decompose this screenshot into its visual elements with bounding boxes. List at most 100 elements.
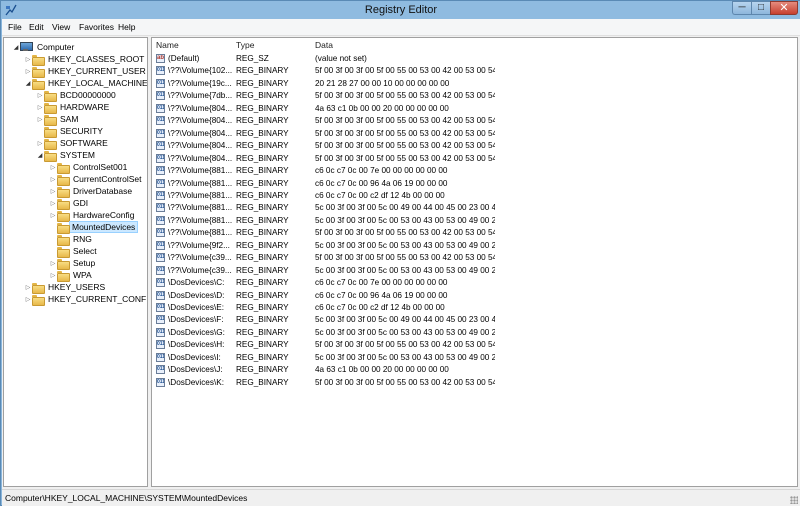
collapsed-arrow-icon[interactable]: ▷ — [49, 164, 57, 171]
collapsed-arrow-icon[interactable]: ▷ — [49, 176, 57, 183]
column-header-data[interactable]: Data — [315, 40, 333, 52]
value-row[interactable]: 011 \??\Volume{881... REG_BINARY 5f 00 3f 0… — [152, 227, 792, 239]
collapsed-arrow-icon[interactable]: ▷ — [49, 188, 57, 195]
value-row[interactable]: 011 \??\Volume{804... REG_BINARY 5f 00 3f 0… — [152, 140, 792, 152]
expanded-arrow-icon[interactable]: ◢ — [24, 80, 32, 87]
collapsed-arrow-icon[interactable]: ▷ — [49, 212, 57, 219]
value-row[interactable]: 011 \DosDevices\I: REG_BINARY 5c 00 3f 00 3… — [152, 352, 792, 364]
registry-tree-pane[interactable]: ◢ Computer ▷ HKEY_CLASSES_ROOT ▷ HKEY_CURRENT… — [3, 37, 148, 487]
collapsed-arrow-icon[interactable]: ▷ — [24, 56, 32, 63]
value-row[interactable]: 011 \??\Volume{804... REG_BINARY 5f 00 3f 0… — [152, 153, 792, 165]
value-row[interactable]: 011 \??\Volume{7db... REG_BINARY 5f 00 3f 0… — [152, 90, 792, 102]
menu-help[interactable]: Help — [118, 22, 135, 32]
folder-icon — [57, 198, 70, 210]
collapsed-arrow-icon[interactable]: ▷ — [24, 296, 32, 303]
value-row[interactable]: 011 \??\Volume{9f2... REG_BINARY 5c 00 3f 0… — [152, 240, 792, 252]
value-row[interactable]: 011 \??\Volume{881... REG_BINARY 5c 00 3f 0… — [152, 202, 792, 214]
tree-item[interactable]: ▷ CurrentControlSet — [49, 173, 146, 186]
value-type: REG_BINARY — [236, 352, 289, 362]
tree-item[interactable]: ▷ BCD00000000 — [36, 89, 120, 102]
folder-icon — [57, 270, 70, 282]
tree-item-label: SYSTEM — [60, 150, 95, 160]
menu-file[interactable]: File — [8, 22, 22, 32]
minimize-button[interactable]: ─ — [732, 1, 751, 15]
tree-item[interactable]: ▷ HKEY_CURRENT_USER — [24, 65, 147, 78]
tree-item[interactable]: ▷ HKEY_CURRENT_CONFIG — [24, 293, 147, 306]
value-row[interactable]: 011 \DosDevices\K: REG_BINARY 5f 00 3f 00 3… — [152, 377, 792, 389]
value-row[interactable]: 011 \??\Volume{881... REG_BINARY c6 0c c7 0… — [152, 165, 792, 177]
value-row[interactable]: 011 \??\Volume{881... REG_BINARY c6 0c c7 0… — [152, 190, 792, 202]
value-row[interactable]: 011 \DosDevices\H: REG_BINARY 5f 00 3f 00 3… — [152, 339, 792, 351]
tree-item[interactable]: Select — [49, 245, 101, 258]
binary-value-icon: 011 — [156, 166, 165, 176]
tree-item[interactable]: ▷ HKEY_CLASSES_ROOT — [24, 53, 147, 66]
menu-favorites[interactable]: Favorites — [79, 22, 114, 32]
value-row[interactable]: 011 \DosDevices\D: REG_BINARY c6 0c c7 0c 0… — [152, 290, 792, 302]
tree-item[interactable]: ▷ HKEY_USERS — [24, 281, 109, 294]
collapsed-arrow-icon[interactable]: ▷ — [36, 104, 44, 111]
value-row[interactable]: 011 \DosDevices\G: REG_BINARY 5c 00 3f 00 3… — [152, 327, 792, 339]
value-type: REG_BINARY — [236, 240, 289, 250]
value-row[interactable]: 011 \DosDevices\J: REG_BINARY 4a 63 c1 0b 0… — [152, 364, 792, 376]
tree-item[interactable]: RNG — [49, 233, 96, 246]
value-row[interactable]: 011 \DosDevices\C: REG_BINARY c6 0c c7 0c 0… — [152, 277, 792, 289]
value-row[interactable]: 011 \??\Volume{c39... REG_BINARY 5c 00 3f 0… — [152, 265, 792, 277]
collapsed-arrow-icon[interactable]: ▷ — [49, 272, 57, 279]
tree-item[interactable]: ▷ DriverDatabase — [49, 185, 136, 198]
value-row[interactable]: 011 \??\Volume{c39... REG_BINARY 5f 00 3f 0… — [152, 252, 792, 264]
tree-item[interactable]: ▷ HARDWARE — [36, 101, 113, 114]
tree-item[interactable]: ▷ GDI — [49, 197, 92, 210]
tree-item[interactable]: ◢ Computer — [12, 41, 78, 53]
value-name: \DosDevices\F: — [168, 315, 224, 325]
value-row[interactable]: 011 \??\Volume{19c... REG_BINARY 20 21 28 2… — [152, 78, 792, 90]
value-type: REG_SZ — [236, 54, 269, 63]
folder-icon — [32, 78, 45, 90]
column-header-name[interactable]: Name — [156, 40, 179, 52]
tree-item-label: Computer — [37, 42, 75, 52]
close-button[interactable]: ✕ — [770, 1, 798, 15]
collapsed-arrow-icon[interactable]: ▷ — [36, 116, 44, 123]
collapsed-arrow-icon[interactable]: ▷ — [36, 92, 44, 99]
collapsed-arrow-icon[interactable]: ▷ — [36, 140, 44, 147]
tree-item[interactable]: ▷ Setup — [49, 257, 99, 270]
collapsed-arrow-icon[interactable]: ▷ — [24, 68, 32, 75]
binary-value-icon: 011 — [156, 228, 165, 238]
tree-item[interactable]: ▷ SAM — [36, 113, 82, 126]
collapsed-arrow-icon[interactable]: ▷ — [49, 200, 57, 207]
value-row[interactable]: 011 \DosDevices\F: REG_BINARY 5c 00 3f 00 3… — [152, 314, 792, 326]
title-bar[interactable]: Registry Editor ─ □ ✕ — [1, 1, 800, 19]
expanded-arrow-icon[interactable]: ◢ — [36, 152, 44, 159]
tree-item[interactable]: ▷ WPA — [49, 269, 96, 282]
menu-view[interactable]: View — [52, 22, 70, 32]
value-name: \??\Volume{9f2... — [168, 240, 230, 250]
value-row[interactable]: 011 \??\Volume{804... REG_BINARY 5f 00 3f 0… — [152, 128, 792, 140]
collapsed-arrow-icon[interactable]: ▷ — [24, 284, 32, 291]
tree-item[interactable]: ▷ HardwareConfig — [49, 209, 138, 222]
tree-item[interactable]: ▷ ControlSet001 — [49, 161, 131, 174]
expanded-arrow-icon[interactable]: ◢ — [12, 44, 20, 51]
tree-item[interactable]: ▷ SOFTWARE — [36, 137, 112, 150]
value-name: \??\Volume{881... — [168, 166, 233, 176]
tree-item[interactable]: ◢ HKEY_LOCAL_MACHINE — [24, 77, 147, 90]
maximize-button[interactable]: □ — [751, 1, 770, 15]
value-row[interactable]: 011 \??\Volume{804... REG_BINARY 4a 63 c1 0… — [152, 103, 792, 115]
value-row[interactable]: 011 \??\Volume{804... REG_BINARY 5f 00 3f 0… — [152, 115, 792, 127]
tree-item[interactable]: MountedDevices — [49, 221, 139, 234]
menu-edit[interactable]: Edit — [29, 22, 44, 32]
resize-grip[interactable] — [790, 496, 798, 504]
value-name: \??\Volume{7db... — [168, 91, 233, 101]
value-row[interactable]: ab (Default) REG_SZ (value not set) — [152, 53, 792, 65]
tree-item[interactable]: ◢ SYSTEM — [36, 149, 99, 162]
tree-item[interactable]: SECURITY — [36, 125, 107, 138]
value-row[interactable]: 011 \??\Volume{102... REG_BINARY 5f 00 3f 0… — [152, 65, 792, 77]
value-row[interactable]: 011 \DosDevices\E: REG_BINARY c6 0c c7 0c 0… — [152, 302, 792, 314]
folder-icon — [44, 90, 57, 102]
value-row[interactable]: 011 \??\Volume{881... REG_BINARY 5c 00 3f 0… — [152, 215, 792, 227]
value-type: REG_BINARY — [236, 128, 289, 138]
collapsed-arrow-icon[interactable]: ▷ — [49, 260, 57, 267]
value-type: REG_BINARY — [236, 78, 289, 88]
column-header-type[interactable]: Type — [236, 40, 254, 52]
value-row[interactable]: 011 \??\Volume{881... REG_BINARY c6 0c c7 0… — [152, 178, 792, 190]
values-list-pane[interactable]: Name Type Data ab (Default) REG_SZ (value n… — [151, 37, 798, 487]
value-name: \??\Volume{19c... — [168, 78, 232, 88]
